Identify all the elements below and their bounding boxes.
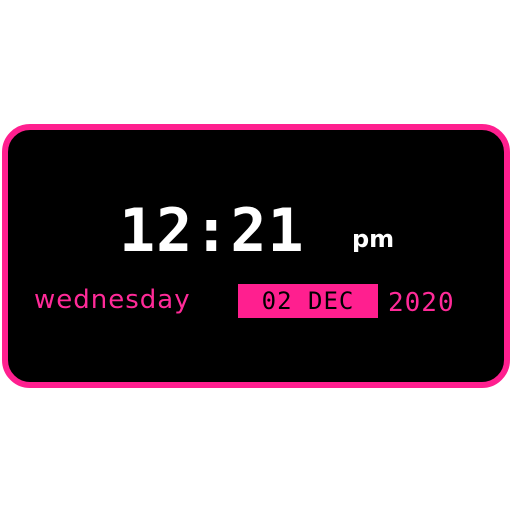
date-row: wednesday 02 DEC 2020 <box>8 279 504 319</box>
time-row: 12:21 pm <box>8 196 504 266</box>
date-badge: 02 DEC <box>238 284 378 318</box>
time-display: 12:21 <box>119 196 305 266</box>
weekday-label: wednesday <box>34 285 191 315</box>
year-label: 2020 <box>388 288 455 318</box>
ampm-indicator: pm <box>352 225 395 253</box>
digital-clock-widget: 12:21 pm wednesday 02 DEC 2020 <box>2 124 510 388</box>
day-month-label: 02 DEC <box>261 287 355 315</box>
